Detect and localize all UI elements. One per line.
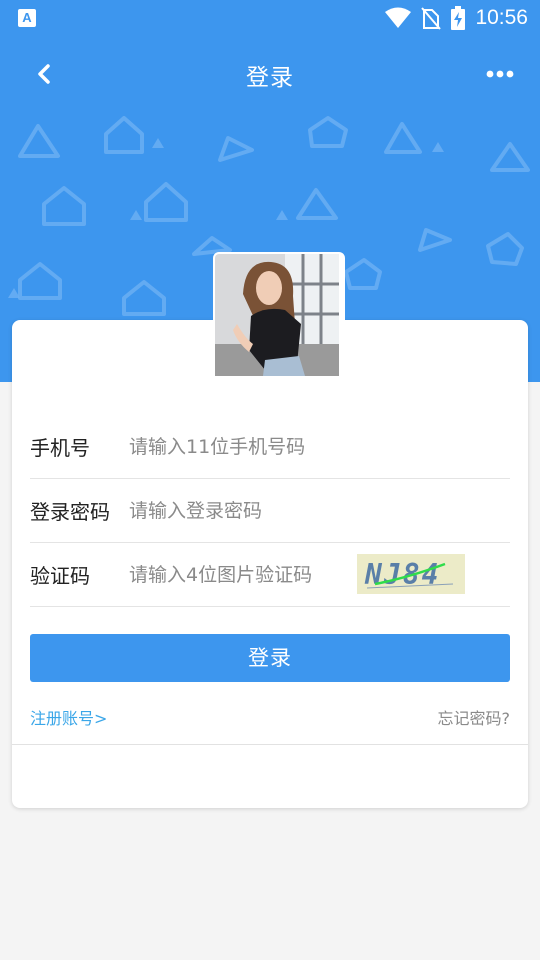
captcha-input[interactable] — [127, 554, 351, 596]
wifi-icon — [385, 7, 412, 28]
avatar-photo — [215, 254, 339, 376]
phone-row: 手机号 — [30, 414, 510, 479]
phone-label: 手机号 — [30, 436, 90, 460]
more-options-button[interactable] — [480, 56, 520, 92]
divider — [12, 744, 528, 745]
status-time: 10:56 — [475, 6, 528, 29]
captcha-image[interactable]: NJ84 — [357, 554, 465, 594]
phone-input[interactable] — [127, 426, 351, 468]
register-link[interactable]: 注册账号> — [30, 705, 107, 729]
battery-charging-icon — [451, 6, 466, 30]
no-sim-icon — [421, 7, 442, 30]
status-bar: A 10:56 — [0, 0, 540, 36]
forgot-password-link[interactable]: 忘记密码? — [438, 705, 511, 729]
page-title: 登录 — [246, 65, 294, 91]
app-notification-icon: A — [18, 9, 36, 27]
captcha-label: 验证码 — [30, 564, 90, 588]
more-dots-icon — [486, 70, 514, 78]
captcha-row: 验证码 NJ84 — [30, 542, 510, 607]
login-button[interactable]: 登录 — [30, 634, 510, 682]
title-bar: 登录 — [0, 44, 540, 104]
avatar — [213, 252, 345, 382]
login-card: 手机号 登录密码 验证码 NJ84 登录 注册账号> 忘记密码? — [12, 320, 528, 808]
password-input[interactable] — [127, 490, 351, 532]
password-row: 登录密码 — [30, 478, 510, 543]
password-label: 登录密码 — [30, 500, 110, 524]
